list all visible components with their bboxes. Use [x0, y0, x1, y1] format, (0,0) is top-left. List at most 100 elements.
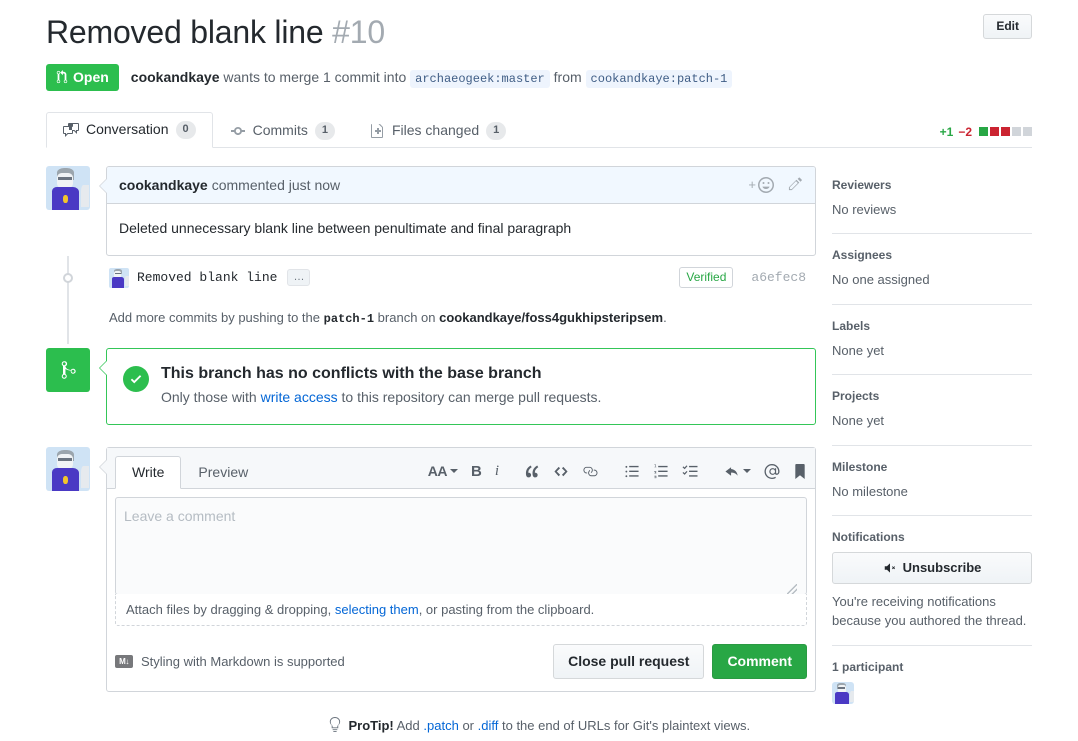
diffstat[interactable]: +1 −2	[940, 125, 1032, 139]
ol-glyph-icon	[654, 464, 668, 479]
git-commit-icon	[230, 126, 245, 135]
task-list-icon[interactable]	[682, 464, 698, 479]
patch-link[interactable]: .patch	[423, 718, 458, 733]
tab-write[interactable]: Write	[115, 456, 182, 489]
participants-title: 1 participant	[832, 659, 904, 674]
avatar-glasses	[114, 272, 121, 274]
sidebar-section-projects: Projects None yet	[832, 389, 1032, 446]
avatar-logo	[62, 194, 68, 203]
sidebar-section-assignees: Assignees No one assigned	[832, 248, 1032, 305]
avatar-glasses	[838, 687, 845, 689]
link-icon[interactable]	[582, 464, 598, 479]
merge-status-sub: Only those with write access to this rep…	[161, 388, 601, 408]
tab-preview[interactable]: Preview	[181, 456, 265, 489]
sidebar: Reviewers No reviews Assignees No one as…	[832, 166, 1032, 732]
unsubscribe-label: Unsubscribe	[902, 560, 982, 576]
merge-status-card: This branch has no conflicts with the ba…	[99, 347, 816, 425]
protip-label: ProTip!	[348, 718, 394, 733]
tab-conversation-count: 0	[175, 121, 196, 139]
avatar[interactable]	[46, 165, 90, 210]
status-badge-label: Open	[73, 68, 109, 85]
markdown-support-label: Styling with Markdown is supported	[141, 653, 345, 669]
text-size-glyph: AA	[427, 463, 448, 480]
close-pull-request-button[interactable]: Close pull request	[553, 643, 705, 679]
sidebar-text-projects: None yet	[832, 413, 885, 429]
avatar-face	[57, 454, 74, 469]
italic-icon[interactable]: i	[495, 463, 499, 480]
merge-status: This branch has no conflicts with the ba…	[46, 347, 816, 425]
diff-link[interactable]: .diff	[478, 718, 499, 733]
attach-files-note: Attach files by dragging & dropping, sel…	[115, 583, 807, 626]
sidebar-title-projects[interactable]: Projects	[832, 389, 1032, 403]
edit-comment-button[interactable]	[788, 176, 803, 194]
commit-right: Verified a6efec8	[679, 267, 806, 288]
code-icon[interactable]	[553, 464, 569, 479]
commit-avatar[interactable]	[109, 267, 129, 288]
comment-input[interactable]	[115, 496, 807, 595]
pr-author: cookandkaye	[130, 68, 220, 85]
bookmark-glyph-icon	[795, 463, 805, 479]
text-size-icon[interactable]: AA	[428, 463, 458, 479]
at-glyph-icon	[764, 463, 780, 479]
composer-body: Attach files by dragging & dropping, sel…	[107, 489, 815, 634]
avatar-glasses	[58, 176, 72, 180]
commit-expand-button[interactable]: …	[287, 269, 311, 287]
push-note-suffix: .	[663, 309, 667, 325]
markdown-group-insert	[525, 464, 598, 479]
push-note-repo: cookandkaye/foss4gukhipsteripsem	[439, 309, 664, 325]
protip: ProTip! Add .patch or .diff to the end o…	[0, 717, 1078, 733]
quote-icon[interactable]	[525, 464, 540, 479]
bold-icon[interactable]: B	[471, 463, 482, 480]
comment-button[interactable]: Comment	[712, 643, 807, 679]
comment-header: cookandkaye commented just now +	[107, 166, 815, 204]
conversation-column: cookandkaye commented just now + Deleted…	[46, 165, 816, 732]
mute-icon	[884, 563, 895, 573]
commit-message[interactable]: Removed blank line	[137, 270, 277, 285]
pr-meta-text: cookandkaye wants to merge 1 commit into…	[131, 67, 733, 88]
avatar-arm	[81, 466, 90, 489]
commit-sha[interactable]: a6efec8	[751, 270, 806, 285]
resize-grip[interactable]	[787, 583, 797, 594]
sidebar-title-milestone[interactable]: Milestone	[832, 460, 1032, 474]
diffstat-block-neutral	[1023, 127, 1032, 137]
link-glyph-icon	[583, 466, 598, 477]
protip-suffix: to the end of URLs for Git's plaintext v…	[501, 718, 751, 733]
sidebar-title-labels[interactable]: Labels	[832, 319, 1032, 333]
write-access-link[interactable]: write access	[261, 389, 338, 405]
tab-commits-count: 1	[314, 122, 335, 140]
base-branch-chip[interactable]: archaeogeek:master	[410, 69, 550, 88]
pr-title-text: Removed blank line	[46, 14, 324, 50]
avatar-body	[111, 277, 125, 288]
reply-icon[interactable]	[724, 464, 751, 479]
merge-status-inner: This branch has no conflicts with the ba…	[123, 364, 799, 408]
markdown-support-note[interactable]: M↓ Styling with Markdown is supported	[115, 654, 345, 669]
edit-button[interactable]: Edit	[983, 14, 1032, 40]
pr-meta-middle: wants to merge 1 commit into	[223, 68, 407, 85]
composer-footer: M↓ Styling with Markdown is supported Cl…	[107, 634, 815, 691]
tab-conversation[interactable]: Conversation 0	[46, 112, 213, 148]
unordered-list-icon[interactable]	[624, 464, 640, 479]
tab-commits[interactable]: Commits 1	[213, 113, 352, 147]
add-reaction-button[interactable]: +	[748, 176, 774, 193]
light-bulb-icon	[329, 717, 340, 732]
sidebar-title-reviewers[interactable]: Reviewers	[832, 178, 1032, 192]
check-glyph-icon	[130, 374, 142, 383]
ordered-list-icon[interactable]	[653, 464, 669, 479]
saved-replies-icon[interactable]	[793, 463, 807, 479]
head-branch-chip[interactable]: cookandkaye:patch-1	[585, 69, 733, 88]
timeline-comment: cookandkaye commented just now + Deleted…	[46, 165, 816, 256]
comment-author[interactable]: cookandkaye	[119, 177, 208, 193]
notifications-note: You're receiving notifications because y…	[832, 593, 1027, 629]
diff-file-icon	[370, 123, 383, 138]
unsubscribe-button[interactable]: Unsubscribe	[832, 552, 1032, 584]
participant-avatar[interactable]	[832, 681, 854, 704]
mention-icon[interactable]	[764, 463, 780, 479]
tab-conversation-label: Conversation	[86, 121, 169, 138]
sidebar-title-assignees[interactable]: Assignees	[832, 248, 1032, 262]
chevron-down-icon	[449, 469, 458, 474]
tab-files-changed[interactable]: Files changed 1	[352, 113, 523, 147]
git-pull-request-icon	[56, 70, 68, 84]
verified-badge[interactable]: Verified	[679, 267, 734, 288]
composer-avatar[interactable]	[46, 446, 90, 491]
selecting-them-link[interactable]: selecting them	[335, 602, 419, 617]
